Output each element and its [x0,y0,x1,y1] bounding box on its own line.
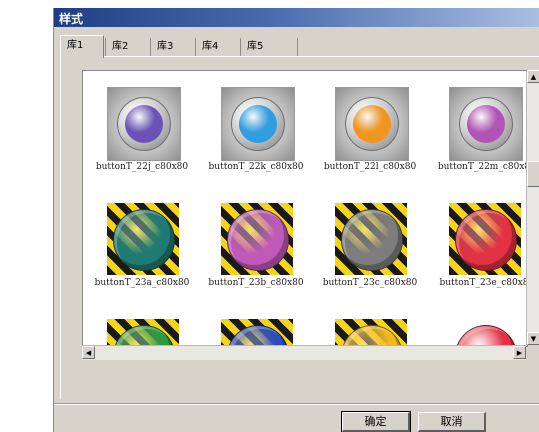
tab-label: 库1 [67,40,84,51]
gallery-item-label: buttonT_22k_c80x80 [208,162,304,172]
button-face [341,209,403,271]
arrow-up-icon[interactable]: ▲ [527,70,539,83]
button-thumbnail [107,87,181,161]
tab-library-5[interactable]: 库5 [240,38,298,56]
button-thumbnail [221,203,293,275]
gallery-item-label: buttonT_22l_c80x80 [323,162,417,172]
gallery-item[interactable] [425,303,527,346]
style-dialog: 样式 库1 库2 库3 库4 库5 buttonT_22j_c80x80 but… [53,8,539,432]
button-thumbnail [335,203,407,275]
gallery-item[interactable]: buttonT_23e_c80x8 [425,187,528,292]
button-face [455,325,517,346]
gallery-item[interactable]: buttonT_23a_c80x80 [83,187,201,292]
cancel-button[interactable]: 取消 [418,412,486,432]
tab-label: 库2 [112,41,129,52]
button-thumbnail [107,319,179,346]
tab-library-2[interactable]: 库2 [105,38,146,56]
gallery-item[interactable]: buttonT_22m_c80x8 [425,71,528,176]
gallery-item[interactable] [311,303,429,346]
button-ring [345,97,399,151]
tab-library-4[interactable]: 库4 [195,38,236,56]
gallery-item[interactable]: buttonT_22l_c80x80 [311,71,429,176]
button-style-gallery: buttonT_22j_c80x80 buttonT_22k_c80x80 bu… [82,70,528,347]
gallery-item[interactable] [197,303,315,346]
button-face [113,325,175,346]
arrow-down-icon[interactable]: ▼ [527,332,539,345]
button-face [341,325,403,346]
tab-strip: 库1 库2 库3 库4 库5 [60,35,539,58]
gallery-item[interactable]: buttonT_22k_c80x80 [197,71,315,176]
tab-label: 库5 [247,41,264,52]
gallery-item-label: buttonT_23a_c80x80 [94,278,190,288]
ok-button[interactable]: 确定 [341,411,411,432]
button-face [227,209,289,271]
button-thumbnail [107,203,179,275]
scrollbar-thumb[interactable] [527,161,539,187]
arrow-right-icon[interactable]: ▶ [513,346,526,359]
gallery-item[interactable]: buttonT_22j_c80x80 [83,71,201,176]
button-ring [117,97,171,151]
button-thumbnail [221,319,293,346]
button-ring [459,97,513,151]
tab-label: 库4 [202,41,219,52]
tab-label: 库3 [157,41,174,52]
horizontal-scrollbar[interactable]: ◀ ▶ [82,345,526,360]
button-thumbnail [449,203,521,275]
window-title: 样式 [59,12,84,26]
gallery-item[interactable]: buttonT_23c_c80x80 [311,187,429,292]
button-thumbnail [221,87,295,161]
gallery-item-label: buttonT_22j_c80x80 [95,162,189,172]
gallery-item[interactable]: buttonT_23b_c80x80 [197,187,315,292]
button-thumbnail [335,87,409,161]
button-thumbnail [335,319,407,346]
arrow-left-icon[interactable]: ◀ [82,346,95,359]
gallery-item[interactable] [83,303,201,346]
gallery-item-label: buttonT_22m_c80x8 [437,162,528,172]
tab-library-1[interactable]: 库1 [60,35,104,58]
button-face [239,105,277,143]
gallery-item-label: buttonT_23c_c80x80 [322,278,418,288]
button-thumbnail [449,319,521,346]
button-face [467,105,505,143]
gallery-item-label: buttonT_23e_c80x8 [439,278,528,288]
button-face [227,325,289,346]
title-bar[interactable]: 样式 [54,8,539,27]
gallery-item-label: buttonT_23b_c80x80 [208,278,304,288]
vertical-scrollbar[interactable]: ▲ ▼ [526,70,539,345]
button-face [113,209,175,271]
button-thumbnail [449,87,523,161]
footer-divider [54,403,539,405]
button-ring [231,97,285,151]
tab-library-3[interactable]: 库3 [150,38,191,56]
button-face [353,105,391,143]
button-face [125,105,163,143]
button-face [455,209,517,271]
